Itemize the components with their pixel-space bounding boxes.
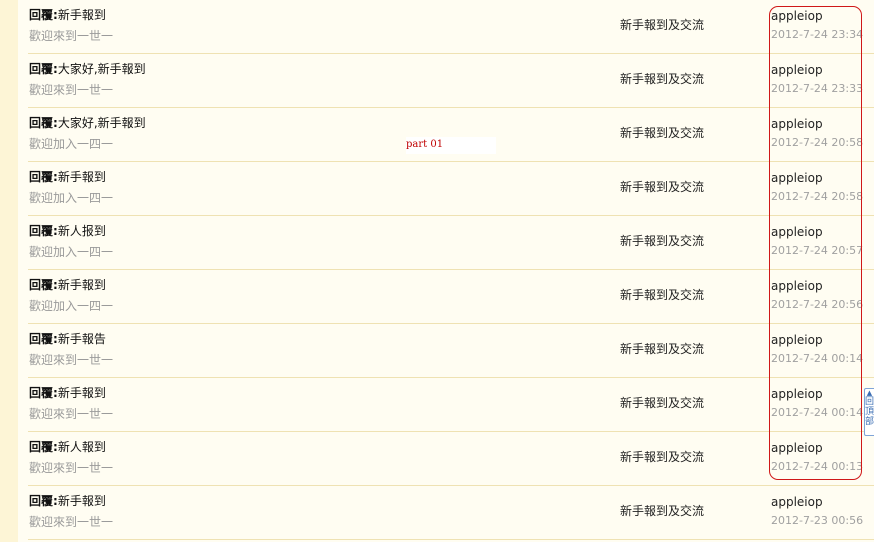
thread-title-text: 新手報到 [57,386,106,400]
post-date: 2012-7-24 00:14 [771,406,864,419]
forum-name-link[interactable]: 新手報到及交流 [620,502,704,519]
author-name-link[interactable]: appleiop [771,9,823,23]
forum-name-link[interactable]: 新手報到及交流 [620,70,704,87]
post-date: 2012-7-24 23:33 [771,82,864,95]
thread-title-link[interactable]: 回覆:大家好,新手報到 [29,60,146,77]
forum-name-link[interactable]: 新手報到及交流 [620,394,704,411]
reply-row: 回覆:新手報到 歡迎來到一世一 新手報到及交流 appleiop 2012-7-24 0… [28,378,874,432]
forum-name-link[interactable]: 新手報到及交流 [620,16,704,33]
author-name-link[interactable]: appleiop [771,171,823,185]
post-date: 2012-7-24 00:14 [771,352,864,365]
author-name-link[interactable]: appleiop [771,117,823,131]
forum-name-link[interactable]: 新手報到及交流 [620,124,704,141]
reply-summary: 歡迎來到一世一 [29,353,114,367]
reply-row: 回覆:新人報到 歡迎來到一世一 新手報到及交流 appleiop 2012-7-24 0… [28,432,874,486]
post-date: 2012-7-24 23:34 [771,28,864,41]
post-date: 2012-7-24 00:13 [771,460,864,473]
thread-title-text: 新手報告 [57,332,106,346]
author-name-link[interactable]: appleiop [771,495,823,509]
thread-title-link[interactable]: 回覆:新手報到 [29,492,106,509]
thread-title-text: 大家好,新手報到 [57,116,146,130]
reply-row: 回覆:新手報到 歡迎加入一四一 新手報到及交流 appleiop 2012-7-24 2… [28,162,874,216]
post-date: 2012-7-24 20:58 [771,190,864,203]
back-to-top-button[interactable]: ▲ 回頂部 [864,388,874,436]
reply-row: 回覆:新人报到 歡迎加入一四一 新手報到及交流 appleiop 2012-7-24 2… [28,216,874,270]
thread-title-text: 新人报到 [57,224,106,238]
thread-title-link[interactable]: 回覆:新手報到 [29,384,106,401]
reply-row: 回覆:新手報告 歡迎來到一世一 新手報到及交流 appleiop 2012-7-24 0… [28,324,874,378]
reply-row: 回覆:新手報到 歡迎來到一世一 新手報到及交流 appleiop 2012-7-24 2… [28,0,874,54]
thread-title-text: 新手報到 [57,278,106,292]
thread-title-link[interactable]: 回覆:新人報到 [29,438,106,455]
thread-title-link[interactable]: 回覆:新手報到 [29,6,106,23]
reply-summary: 歡迎來到一世一 [29,407,114,421]
reply-prefix: 回覆: [29,386,58,400]
reply-prefix: 回覆: [29,494,58,508]
thread-title-text: 新人報到 [57,440,106,454]
thread-title-link[interactable]: 回覆:新手報到 [29,168,106,185]
reply-prefix: 回覆: [29,8,58,22]
reply-prefix: 回覆: [29,440,58,454]
up-arrow-icon: ▲ [866,389,873,397]
reply-row: 回覆:新手報到 歡迎加入一四一 新手報到及交流 appleiop 2012-7-24 2… [28,270,874,324]
reply-prefix: 回覆: [29,170,58,184]
forum-name-link[interactable]: 新手報到及交流 [620,448,704,465]
author-name-link[interactable]: appleiop [771,279,823,293]
reply-summary: 歡迎來到一世一 [29,83,114,97]
forum-name-link[interactable]: 新手報到及交流 [620,286,704,303]
reply-prefix: 回覆: [29,62,58,76]
reply-list: 回覆:新手報到 歡迎來到一世一 新手報到及交流 appleiop 2012-7-24 2… [28,0,874,540]
post-date: 2012-7-24 20:58 [771,136,864,149]
thread-title-link[interactable]: 回覆:大家好,新手報到 [29,114,146,131]
author-name-link[interactable]: appleiop [771,387,823,401]
annotation-label: part 01 [406,137,496,154]
post-date: 2012-7-24 20:57 [771,244,864,257]
thread-title-link[interactable]: 回覆:新人报到 [29,222,106,239]
reply-summary: 歡迎加入一四一 [29,245,114,259]
thread-title-link[interactable]: 回覆:新手報到 [29,276,106,293]
reply-prefix: 回覆: [29,116,58,130]
reply-summary: 歡迎來到一世一 [29,461,114,475]
reply-summary: 歡迎加入一四一 [29,299,114,313]
thread-title-text: 新手報到 [57,8,106,22]
author-name-link[interactable]: appleiop [771,333,823,347]
post-date: 2012-7-23 00:56 [771,514,864,527]
back-to-top-label: 回頂部 [865,397,874,427]
reply-summary: 歡迎來到一世一 [29,515,114,529]
reply-summary: 歡迎加入一四一 [29,137,114,151]
thread-title-link[interactable]: 回覆:新手報告 [29,330,106,347]
forum-name-link[interactable]: 新手報到及交流 [620,178,704,195]
reply-prefix: 回覆: [29,224,58,238]
author-name-link[interactable]: appleiop [771,441,823,455]
reply-summary: 歡迎來到一世一 [29,29,114,43]
author-name-link[interactable]: appleiop [771,63,823,77]
reply-prefix: 回覆: [29,278,58,292]
reply-row: 回覆:大家好,新手報到 歡迎來到一世一 新手報到及交流 appleiop 2012-7-… [28,54,874,108]
forum-name-link[interactable]: 新手報到及交流 [620,340,704,357]
post-date: 2012-7-24 20:56 [771,298,864,311]
thread-title-text: 大家好,新手報到 [57,62,146,76]
reply-row: 回覆:新手報到 歡迎來到一世一 新手報到及交流 appleiop 2012-7-23 0… [28,486,874,540]
left-border-strip [0,0,18,542]
thread-title-text: 新手報到 [57,494,106,508]
forum-name-link[interactable]: 新手報到及交流 [620,232,704,249]
reply-prefix: 回覆: [29,332,58,346]
reply-summary: 歡迎加入一四一 [29,191,114,205]
thread-title-text: 新手報到 [57,170,106,184]
author-name-link[interactable]: appleiop [771,225,823,239]
